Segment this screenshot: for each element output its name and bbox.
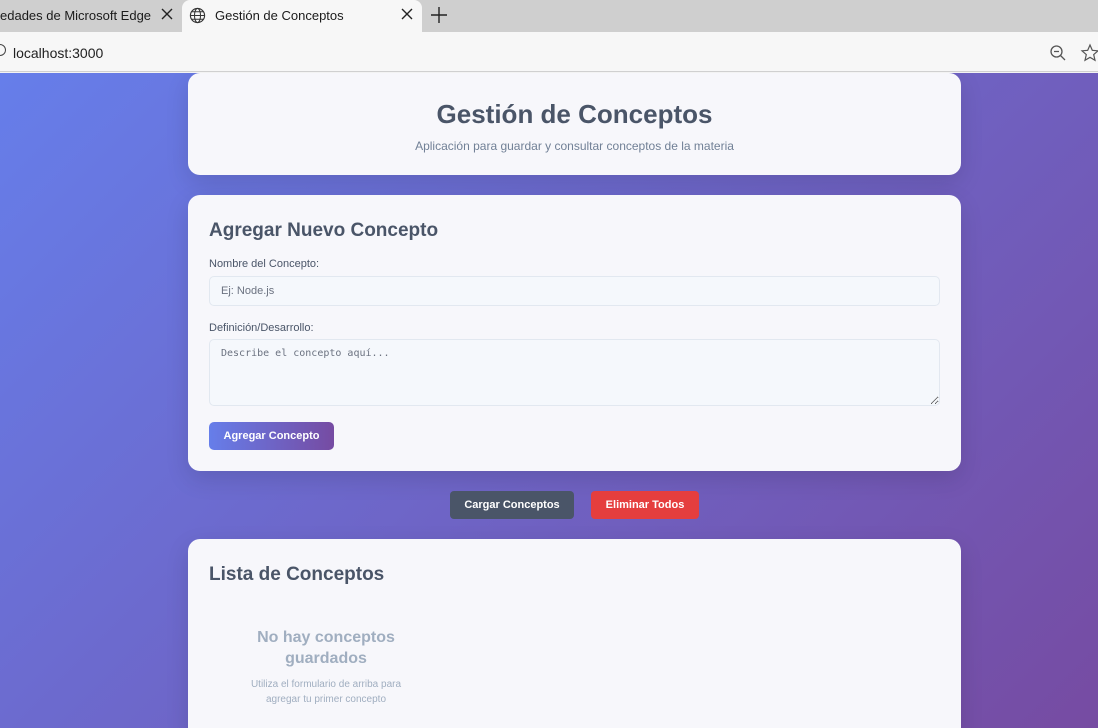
tab-title: Gestión de Conceptos	[215, 8, 344, 23]
add-concept-form: Agregar Nuevo Concepto Nombre del Concep…	[188, 195, 961, 471]
header-card: Gestión de Conceptos Aplicación para gua…	[188, 73, 961, 175]
url-text[interactable]: localhost:3000	[13, 45, 103, 61]
form-title: Agregar Nuevo Concepto	[209, 220, 439, 241]
favorite-star-icon[interactable]	[1080, 43, 1098, 63]
browser-tab-strip: edades de Microsoft Edge Gestión de Conc…	[0, 0, 1098, 32]
empty-state-text: Utiliza el formulario de arriba para agr…	[250, 679, 402, 705]
list-title: Lista de Conceptos	[209, 564, 385, 585]
empty-state-title: No hay conceptos guardados	[257, 629, 395, 667]
definition-label: Definición/Desarrollo:	[209, 322, 314, 334]
globe-icon	[189, 7, 206, 24]
delete-all-button[interactable]: Eliminar Todos	[591, 491, 699, 519]
info-icon[interactable]	[0, 44, 6, 56]
address-bar: localhost:3000	[0, 32, 1098, 72]
page-subtitle: Aplicación para guardar y consultar conc…	[415, 139, 734, 153]
close-icon[interactable]	[160, 7, 174, 21]
concept-name-input[interactable]	[209, 276, 940, 306]
new-tab-icon[interactable]	[430, 6, 448, 24]
load-concepts-button[interactable]: Cargar Conceptos	[450, 491, 574, 519]
tab-microsoft-edge[interactable]: edades de Microsoft Edge	[0, 0, 181, 32]
tab-gestion-conceptos[interactable]: Gestión de Conceptos	[182, 0, 422, 32]
close-icon[interactable]	[400, 7, 414, 21]
page-title: Gestión de Conceptos	[436, 99, 713, 129]
add-concept-button[interactable]: Agregar Concepto	[209, 422, 334, 450]
page-viewport: Gestión de Conceptos Aplicación para gua…	[0, 73, 1098, 728]
concept-list-card: Lista de Conceptos No hay conceptos guar…	[188, 539, 961, 728]
definition-textarea[interactable]	[209, 339, 940, 406]
tab-title: edades de Microsoft Edge	[0, 8, 152, 23]
empty-state: No hay conceptos guardados Utiliza el fo…	[238, 627, 414, 707]
zoom-out-icon[interactable]	[1049, 44, 1067, 62]
concept-name-label: Nombre del Concepto:	[209, 258, 320, 270]
